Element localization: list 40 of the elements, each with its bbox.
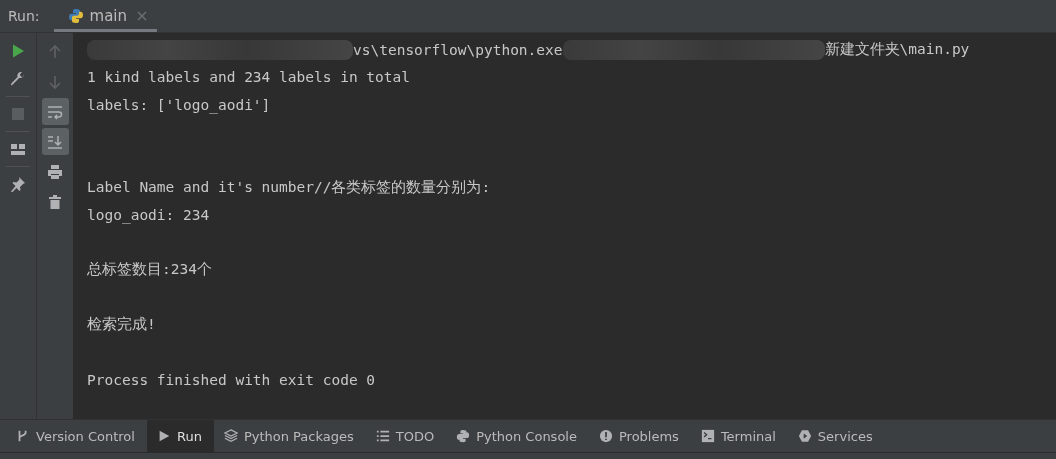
console-line: 检索完成! (87, 315, 156, 335)
python-icon (67, 8, 84, 24)
python-icon (456, 429, 471, 443)
console-line: Process finished with exit code 0 (87, 371, 376, 388)
tool-window-tab[interactable]: Python Console (446, 420, 589, 452)
pin-icon[interactable] (10, 176, 26, 192)
wrap-button[interactable] (41, 98, 69, 125)
wrench-icon[interactable] (10, 71, 26, 87)
branch-icon (16, 429, 30, 443)
run-icon[interactable] (10, 43, 26, 59)
console-line: labels: ['logo_aodi'] (87, 96, 271, 113)
run-label: Run: (7, 7, 41, 26)
tool-window-tab[interactable]: Python Packages (213, 420, 366, 452)
soft-wrap-icon (47, 103, 63, 120)
trash-icon (47, 193, 63, 210)
tool-window-tab[interactable]: Services (787, 420, 885, 452)
tool-window-tab[interactable]: TODO (365, 420, 447, 452)
console-text: 新建文件夹\main.py (824, 40, 970, 60)
exclamation-icon (598, 429, 613, 443)
console-line: Label Name and it's number//各类标签的数量分别为: (87, 177, 491, 197)
printer-icon (47, 163, 63, 180)
console-line: logo_aodi: 234 (87, 206, 210, 223)
tool-window-tab[interactable]: Run (146, 420, 214, 452)
console-tab[interactable]: main (53, 0, 158, 32)
list-icon (375, 429, 390, 443)
arrow-up-icon (47, 43, 63, 60)
scroll-down-icon (47, 133, 63, 150)
terminal-icon (700, 429, 715, 443)
tool-window-tab[interactable]: Problems (588, 420, 691, 452)
console-line: 总标签数目:234个 (87, 260, 212, 280)
arrow-down-icon (47, 73, 63, 90)
close-icon[interactable] (137, 11, 148, 21)
tool-window-tab[interactable]: Version Control (6, 420, 147, 452)
tool-window-tab[interactable]: Terminal (690, 420, 788, 452)
layers-icon (223, 429, 238, 443)
hexagon-icon (797, 429, 812, 443)
console-line: 1 kind labels and 234 labels in total (87, 69, 410, 86)
console-text: vs\tensorflow\python.exe (353, 41, 563, 58)
layout-icon[interactable] (10, 141, 26, 157)
scroll-end-button[interactable] (41, 128, 69, 155)
